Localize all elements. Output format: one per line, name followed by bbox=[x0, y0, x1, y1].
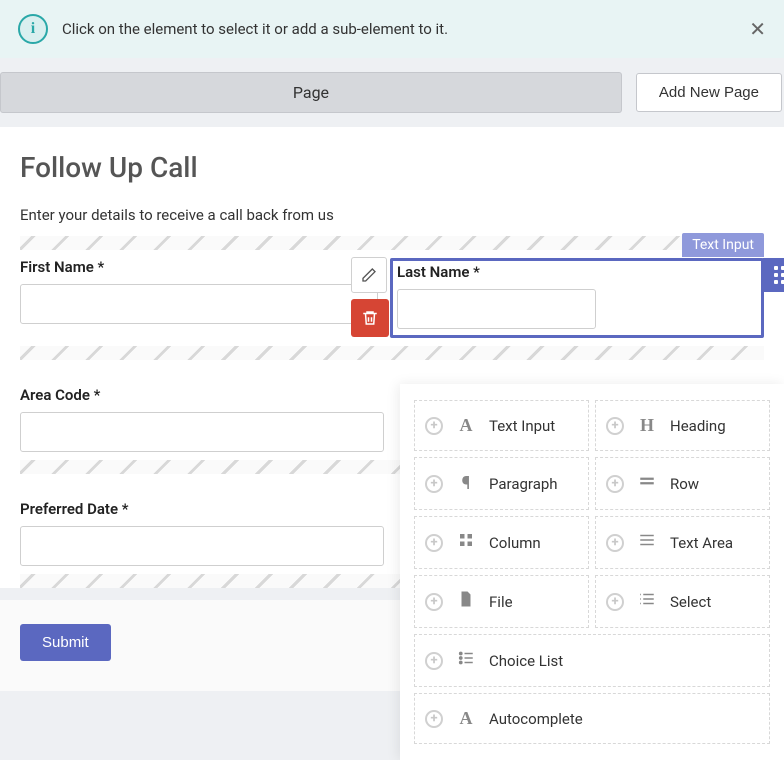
last-name-field-selected[interactable]: Text Input Last Name * bbox=[390, 258, 764, 338]
pilcrow-icon: ¶ bbox=[455, 473, 477, 494]
preferred-date-input[interactable] bbox=[20, 526, 384, 566]
first-name-input[interactable] bbox=[20, 284, 378, 324]
area-code-input[interactable] bbox=[20, 412, 384, 452]
autocomplete-icon: A bbox=[455, 708, 477, 729]
row-icon bbox=[636, 472, 658, 495]
page-tab[interactable]: Page bbox=[0, 72, 622, 113]
choice-list-icon bbox=[455, 649, 477, 672]
form-title: Follow Up Call bbox=[20, 151, 764, 184]
text-area-icon bbox=[636, 531, 658, 554]
close-icon[interactable]: ✕ bbox=[749, 19, 766, 39]
preferred-date-label: Preferred Date * bbox=[20, 500, 384, 518]
first-name-label: First Name * bbox=[20, 258, 378, 276]
palette-item-select[interactable]: + Select bbox=[595, 575, 770, 628]
pencil-icon bbox=[361, 267, 377, 283]
tab-bar: Page Add New Page bbox=[0, 58, 784, 127]
submit-button[interactable]: Submit bbox=[20, 624, 111, 661]
edit-button[interactable] bbox=[351, 257, 387, 293]
palette-item-choice-list[interactable]: + Choice List bbox=[414, 634, 770, 687]
area-code-label: Area Code * bbox=[20, 386, 384, 404]
drag-handle[interactable] bbox=[763, 258, 784, 292]
add-new-page-button[interactable]: Add New Page bbox=[636, 73, 782, 112]
plus-icon: + bbox=[606, 593, 624, 611]
palette-item-text-input[interactable]: + A Text Input bbox=[414, 400, 589, 451]
area-code-field[interactable]: Area Code * bbox=[20, 386, 384, 452]
text-input-icon: A bbox=[455, 415, 477, 436]
palette-item-paragraph[interactable]: + ¶ Paragraph bbox=[414, 457, 589, 510]
form-subtitle: Enter your details to receive a call bac… bbox=[20, 206, 764, 224]
dropzone-hatch bbox=[20, 346, 764, 360]
heading-icon: H bbox=[636, 415, 658, 436]
selection-badge: Text Input bbox=[682, 233, 764, 257]
trash-icon bbox=[361, 309, 379, 327]
plus-icon: + bbox=[425, 652, 443, 670]
plus-icon: + bbox=[425, 417, 443, 435]
column-icon bbox=[455, 531, 477, 554]
select-icon bbox=[636, 590, 658, 613]
palette-item-autocomplete[interactable]: + A Autocomplete bbox=[414, 693, 770, 744]
plus-icon: + bbox=[425, 534, 443, 552]
first-name-field[interactable]: First Name * bbox=[20, 258, 378, 338]
info-message: Click on the element to select it or add… bbox=[62, 20, 448, 38]
palette-item-row[interactable]: + Row bbox=[595, 457, 770, 510]
palette-item-file[interactable]: + File bbox=[414, 575, 589, 628]
plus-icon: + bbox=[606, 475, 624, 493]
plus-icon: + bbox=[425, 475, 443, 493]
last-name-input[interactable] bbox=[397, 289, 596, 329]
plus-icon: + bbox=[425, 710, 443, 728]
info-icon: i bbox=[18, 14, 48, 44]
info-bar: i Click on the element to select it or a… bbox=[0, 0, 784, 58]
dropzone-hatch bbox=[20, 236, 764, 250]
plus-icon: + bbox=[606, 417, 624, 435]
plus-icon: + bbox=[606, 534, 624, 552]
preferred-date-field[interactable]: Preferred Date * bbox=[20, 500, 384, 566]
palette-item-heading[interactable]: + H Heading bbox=[595, 400, 770, 451]
file-icon bbox=[455, 590, 477, 613]
element-palette: + A Text Input + H Heading + ¶ Paragraph… bbox=[400, 384, 784, 760]
palette-item-column[interactable]: + Column bbox=[414, 516, 589, 569]
palette-item-text-area[interactable]: + Text Area bbox=[595, 516, 770, 569]
name-row: First Name * Text Input Last Name * bbox=[20, 258, 764, 338]
plus-icon: + bbox=[425, 593, 443, 611]
delete-button[interactable] bbox=[351, 299, 389, 337]
last-name-label: Last Name * bbox=[397, 263, 755, 281]
